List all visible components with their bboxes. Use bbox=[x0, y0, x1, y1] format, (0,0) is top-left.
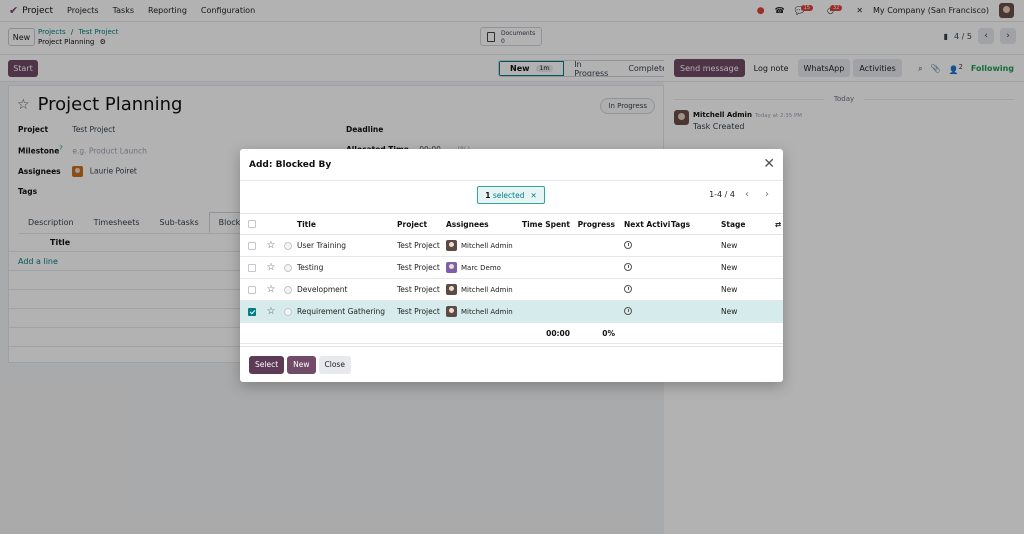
activity-clock-icon[interactable] bbox=[624, 262, 632, 271]
dialog-title: Add: Blocked By bbox=[249, 159, 332, 170]
optional-columns-icon[interactable]: ⇄ bbox=[773, 220, 783, 229]
kanban-state-icon[interactable] bbox=[283, 241, 292, 250]
kanban-state-icon[interactable] bbox=[283, 285, 292, 294]
clear-selection-icon[interactable]: ✕ bbox=[530, 191, 536, 200]
table-row[interactable]: ☆ Testing Test Project Marc Demo New bbox=[240, 257, 783, 279]
activity-clock-icon[interactable] bbox=[624, 240, 632, 249]
assignee-avatar bbox=[446, 240, 457, 251]
table-footer-totals: 00:00 0% bbox=[240, 323, 783, 344]
close-button[interactable]: Close bbox=[318, 355, 351, 374]
col-next-activity[interactable]: Next Activi... bbox=[620, 220, 671, 229]
cell-title: Testing bbox=[297, 263, 324, 272]
col-stage[interactable]: Stage bbox=[721, 220, 773, 229]
close-icon[interactable]: ✕ bbox=[763, 157, 775, 171]
assignee-avatar bbox=[446, 284, 457, 295]
col-assignees[interactable]: Assignees bbox=[446, 220, 522, 229]
total-progress: 0% bbox=[602, 328, 615, 338]
priority-star-icon[interactable]: ☆ bbox=[264, 262, 278, 273]
cell-project: Test Project bbox=[397, 307, 440, 316]
cell-project: Test Project bbox=[397, 263, 440, 272]
dialog-pager-prev-icon[interactable]: ‹ bbox=[739, 186, 755, 202]
col-title[interactable]: Title bbox=[297, 220, 397, 229]
task-list-table: Title Project Assignees Time Spent Progr… bbox=[240, 213, 783, 344]
cell-project: Test Project bbox=[397, 285, 440, 294]
dialog-pager-next-icon[interactable]: › bbox=[759, 186, 775, 202]
priority-star-icon[interactable]: ☆ bbox=[264, 306, 278, 317]
row-checkbox[interactable] bbox=[248, 285, 256, 294]
table-row-selected[interactable]: ☆ Requirement Gathering Test Project Mit… bbox=[240, 301, 783, 323]
cell-assignee: Mitchell Admin bbox=[461, 285, 513, 294]
dialog-pager-value[interactable]: 1-4 / 4 bbox=[709, 190, 735, 199]
cell-title: User Training bbox=[297, 241, 347, 250]
cell-assignee: Mitchell Admin bbox=[461, 307, 513, 316]
cell-stage: New bbox=[721, 307, 738, 316]
row-checkbox-checked[interactable] bbox=[248, 307, 256, 316]
assignee-avatar bbox=[446, 262, 457, 273]
select-all-checkbox[interactable] bbox=[248, 220, 256, 228]
row-checkbox[interactable] bbox=[248, 263, 256, 272]
cell-project: Test Project bbox=[397, 241, 440, 250]
selected-count: 1 bbox=[485, 190, 491, 200]
priority-star-icon[interactable]: ☆ bbox=[264, 240, 278, 251]
selection-badge: 1 selected ✕ bbox=[477, 186, 545, 204]
dialog-footer: Select New Close bbox=[240, 346, 783, 382]
col-tags[interactable]: Tags bbox=[671, 220, 721, 229]
activity-clock-icon[interactable] bbox=[624, 306, 632, 315]
cell-assignee: Mitchell Admin bbox=[461, 241, 513, 250]
new-button[interactable]: New bbox=[287, 355, 316, 374]
col-progress[interactable]: Progress bbox=[574, 220, 620, 229]
kanban-state-icon[interactable] bbox=[283, 307, 292, 316]
cell-stage: New bbox=[721, 241, 738, 250]
row-checkbox[interactable] bbox=[248, 241, 256, 250]
select-button[interactable]: Select bbox=[249, 355, 285, 374]
dialog-header: Add: Blocked By bbox=[240, 149, 783, 181]
total-time-spent: 00:00 bbox=[546, 328, 570, 338]
cell-assignee: Marc Demo bbox=[461, 263, 501, 272]
cell-title: Development bbox=[297, 285, 348, 294]
cell-stage: New bbox=[721, 263, 738, 272]
dialog-control-panel: 1 selected ✕ 1-4 / 4 ‹ › bbox=[240, 181, 783, 213]
assignee-avatar bbox=[446, 306, 457, 317]
activity-clock-icon[interactable] bbox=[624, 284, 632, 293]
cell-stage: New bbox=[721, 285, 738, 294]
col-time-spent[interactable]: Time Spent bbox=[522, 220, 574, 229]
dialog-pager: 1-4 / 4 ‹ › bbox=[709, 186, 775, 202]
kanban-state-icon[interactable] bbox=[283, 263, 292, 272]
table-row[interactable]: ☆ Development Test Project Mitchell Admi… bbox=[240, 279, 783, 301]
table-row[interactable]: ☆ User Training Test Project Mitchell Ad… bbox=[240, 235, 783, 257]
table-header: Title Project Assignees Time Spent Progr… bbox=[240, 213, 783, 235]
cell-title: Requirement Gathering bbox=[297, 307, 386, 316]
selected-label: selected bbox=[492, 190, 525, 200]
col-project[interactable]: Project bbox=[397, 220, 446, 229]
priority-star-icon[interactable]: ☆ bbox=[264, 284, 278, 295]
add-blocked-by-dialog: Add: Blocked By ✕ 1 selected ✕ 1-4 / 4 ‹… bbox=[240, 149, 783, 382]
